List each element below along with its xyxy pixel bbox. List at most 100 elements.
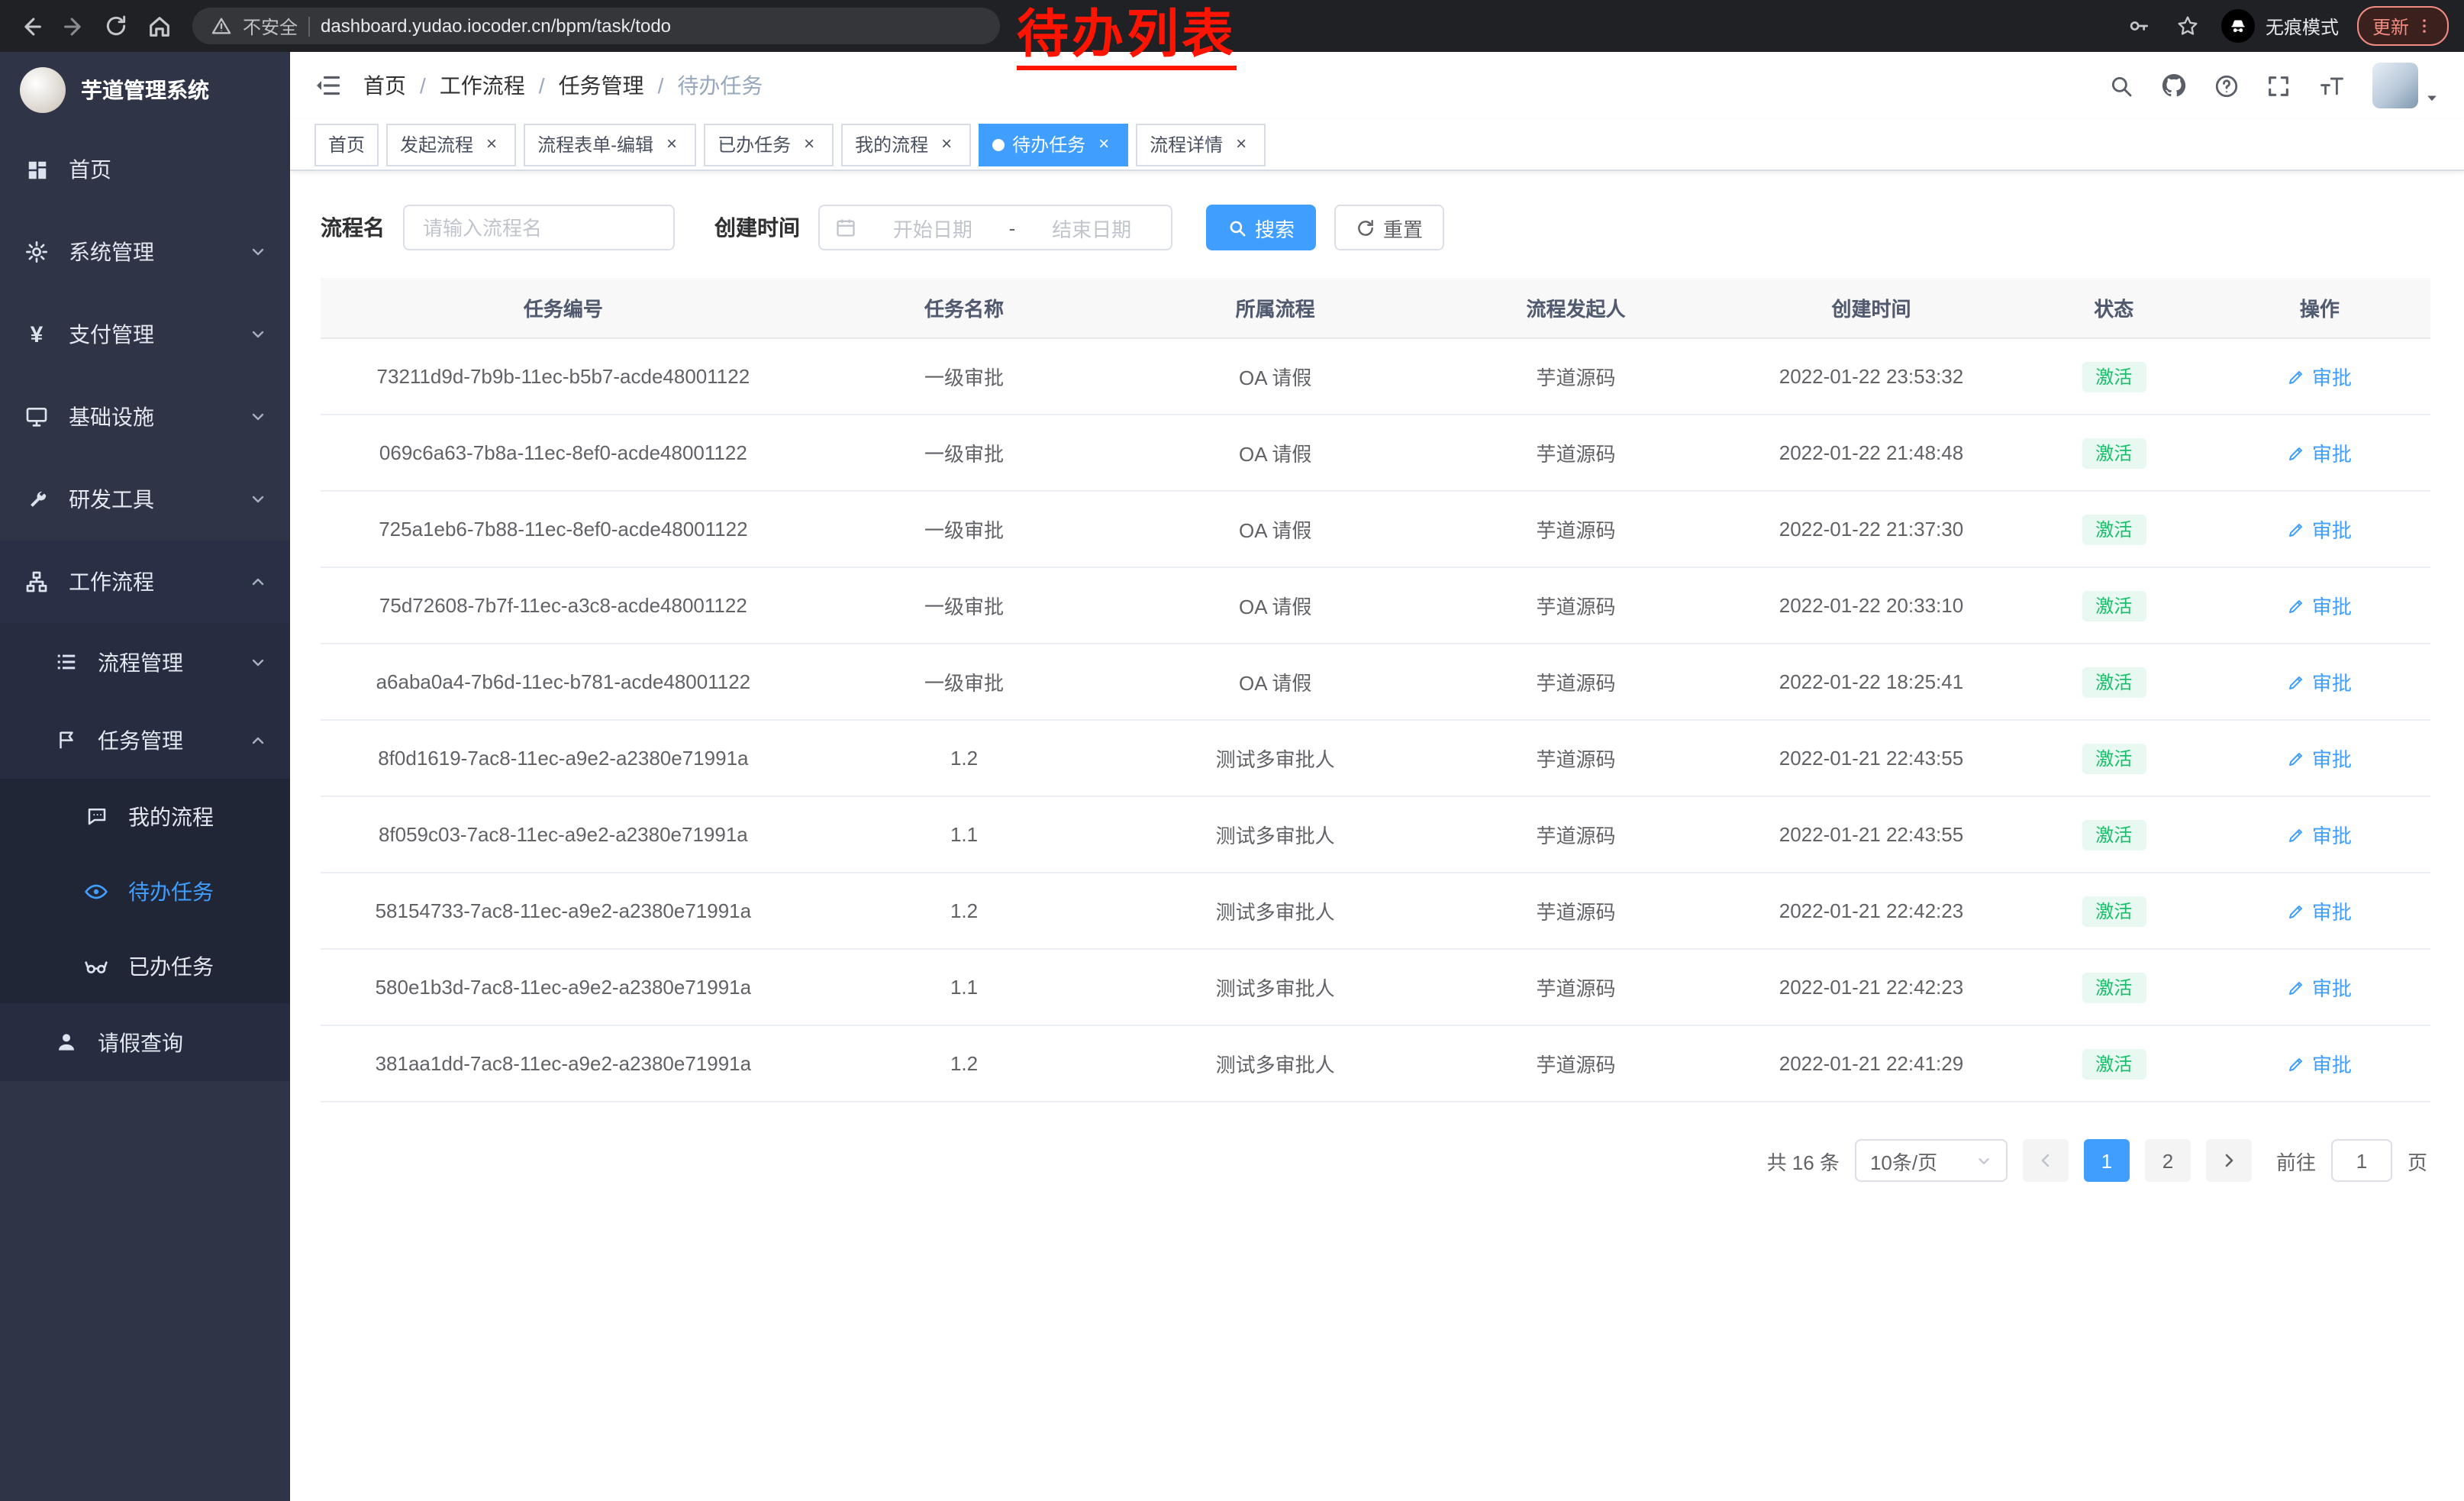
sidebar-item-infrastructure[interactable]: 基础设施 bbox=[0, 376, 290, 458]
incognito-badge[interactable]: 无痕模式 bbox=[2221, 9, 2339, 43]
caret-down-icon bbox=[2424, 90, 2440, 105]
tab-label: 我的流程 bbox=[855, 131, 928, 157]
chevron-down-icon bbox=[249, 653, 267, 671]
flag-icon bbox=[52, 728, 79, 751]
cell-create-time: 2022-01-22 21:37:30 bbox=[1724, 491, 2019, 567]
tag-tab-todo-tasks[interactable]: 待办任务 × bbox=[979, 123, 1128, 166]
github-icon[interactable] bbox=[2160, 72, 2188, 99]
sidebar-item-my-process[interactable]: 我的流程 bbox=[0, 779, 290, 854]
search-icon[interactable] bbox=[2108, 73, 2134, 98]
approve-link[interactable]: 审批 bbox=[2288, 744, 2352, 773]
approve-link-label: 审批 bbox=[2312, 973, 2352, 1002]
reload-icon[interactable] bbox=[101, 11, 131, 41]
page-button-1[interactable]: 1 bbox=[2084, 1139, 2130, 1182]
cell-create-time: 2022-01-22 20:33:10 bbox=[1724, 567, 2019, 644]
sidebar-item-task-management[interactable]: 任务管理 bbox=[0, 701, 290, 779]
refresh-icon bbox=[1356, 218, 1376, 237]
status-badge: 激活 bbox=[2082, 667, 2146, 697]
cell-task-id: 381aa1dd-7ac8-11ec-a9e2-a2380e71991a bbox=[321, 1025, 806, 1102]
chat-icon bbox=[82, 805, 110, 828]
tab-close-icon[interactable]: × bbox=[936, 134, 957, 155]
tag-tab-home[interactable]: 首页 bbox=[314, 123, 379, 166]
sidebar-collapse-icon[interactable] bbox=[314, 72, 342, 99]
tab-close-icon[interactable]: × bbox=[798, 134, 820, 155]
tag-tab-process-detail[interactable]: 流程详情 × bbox=[1136, 123, 1266, 166]
approve-link[interactable]: 审批 bbox=[2288, 973, 2352, 1002]
tab-close-icon[interactable]: × bbox=[481, 134, 502, 155]
todo-task-table: 任务编号 任务名称 所属流程 流程发起人 创建时间 状态 操作 73211d9d… bbox=[321, 278, 2430, 1102]
cell-starter: 芋道源码 bbox=[1428, 873, 1724, 949]
bookmark-star-icon[interactable] bbox=[2172, 11, 2203, 41]
approve-link-label: 审批 bbox=[2312, 515, 2352, 544]
approve-link[interactable]: 审批 bbox=[2288, 1049, 2352, 1078]
total-count: 共 16 条 bbox=[1767, 1146, 1840, 1175]
sidebar-item-devtools[interactable]: 研发工具 bbox=[0, 458, 290, 541]
next-page-button[interactable] bbox=[2206, 1139, 2252, 1182]
reset-button[interactable]: 重置 bbox=[1334, 205, 1444, 250]
page-size-select[interactable]: 10条/页 bbox=[1855, 1139, 2008, 1182]
tag-tab-form-edit[interactable]: 流程表单-编辑 × bbox=[524, 123, 696, 166]
logo-avatar bbox=[20, 67, 66, 113]
approve-link[interactable]: 审批 bbox=[2288, 438, 2352, 467]
back-icon[interactable] bbox=[15, 11, 46, 41]
approve-link[interactable]: 审批 bbox=[2288, 362, 2352, 391]
breadcrumb-separator: / bbox=[658, 73, 664, 98]
update-button[interactable]: 更新 bbox=[2357, 6, 2449, 46]
search-button[interactable]: 搜索 bbox=[1206, 205, 1316, 250]
breadcrumb-task-management[interactable]: 任务管理 bbox=[559, 70, 644, 101]
tab-close-icon[interactable]: × bbox=[661, 134, 682, 155]
active-dot bbox=[992, 138, 1005, 150]
table-row: a6aba0a4-7b6d-11ec-b781-acde48001122 一级审… bbox=[321, 644, 2430, 720]
breadcrumb-workflow[interactable]: 工作流程 bbox=[440, 70, 525, 101]
gear-icon bbox=[23, 240, 50, 264]
sidebar-item-workflow[interactable]: 工作流程 bbox=[0, 541, 290, 623]
approve-link[interactable]: 审批 bbox=[2288, 667, 2352, 696]
font-size-icon[interactable] bbox=[2317, 73, 2346, 98]
help-icon[interactable] bbox=[2214, 73, 2240, 98]
prev-page-button[interactable] bbox=[2023, 1139, 2069, 1182]
tab-close-icon[interactable]: × bbox=[1230, 134, 1252, 155]
table-row: 580e1b3d-7ac8-11ec-a9e2-a2380e71991a 1.1… bbox=[321, 949, 2430, 1025]
cell-starter: 芋道源码 bbox=[1428, 567, 1724, 644]
tab-label: 流程表单-编辑 bbox=[537, 131, 653, 157]
home-icon[interactable] bbox=[144, 11, 174, 41]
breadcrumb-home[interactable]: 首页 bbox=[363, 70, 406, 101]
approve-link[interactable]: 审批 bbox=[2288, 515, 2352, 544]
incognito-icon bbox=[2221, 9, 2255, 43]
tag-tab-done-tasks[interactable]: 已办任务 × bbox=[704, 123, 834, 166]
cell-task-name: 1.2 bbox=[806, 1025, 1123, 1102]
fullscreen-icon[interactable] bbox=[2266, 73, 2291, 98]
tab-close-icon[interactable]: × bbox=[1093, 134, 1114, 155]
annotation-overlay: 待办列表 bbox=[1017, 9, 1237, 69]
sidebar-item-payment[interactable]: ¥ 支付管理 bbox=[0, 293, 290, 376]
approve-link[interactable]: 审批 bbox=[2288, 591, 2352, 620]
table-row: 8f059c03-7ac8-11ec-a9e2-a2380e71991a 1.1… bbox=[321, 796, 2430, 873]
goto-page-input[interactable] bbox=[2331, 1139, 2392, 1182]
sidebar-item-system[interactable]: 系统管理 bbox=[0, 211, 290, 293]
sidebar-item-process-management[interactable]: 流程管理 bbox=[0, 623, 290, 701]
address-bar[interactable]: 不安全 dashboard.yudao.iocoder.cn/bpm/task/… bbox=[192, 8, 1000, 44]
cell-create-time: 2022-01-22 18:25:41 bbox=[1724, 644, 2019, 720]
approve-link[interactable]: 审批 bbox=[2288, 820, 2352, 849]
page-button-2[interactable]: 2 bbox=[2145, 1139, 2191, 1182]
sidebar-item-done-tasks[interactable]: 已办任务 bbox=[0, 928, 290, 1003]
sidebar-item-leave-query[interactable]: 请假查询 bbox=[0, 1003, 290, 1081]
tag-tab-start-process[interactable]: 发起流程 × bbox=[386, 123, 516, 166]
breadcrumb-separator: / bbox=[420, 73, 426, 98]
sidebar-item-todo-tasks[interactable]: 待办任务 bbox=[0, 854, 290, 928]
forward-icon[interactable] bbox=[58, 11, 89, 41]
sidebar-item-home[interactable]: 首页 bbox=[0, 128, 290, 211]
monitor-icon bbox=[23, 405, 50, 429]
approve-link[interactable]: 审批 bbox=[2288, 896, 2352, 925]
tag-tab-my-process[interactable]: 我的流程 × bbox=[841, 123, 971, 166]
status-badge: 激活 bbox=[2082, 437, 2146, 468]
process-name-field[interactable] bbox=[403, 205, 675, 250]
process-name-input[interactable] bbox=[420, 215, 658, 240]
key-icon[interactable] bbox=[2124, 11, 2154, 41]
cell-process: OA 请假 bbox=[1122, 491, 1428, 567]
chevron-down-icon bbox=[249, 490, 267, 508]
dashboard-icon bbox=[23, 158, 50, 181]
wrench-icon bbox=[23, 488, 50, 511]
date-range-picker[interactable]: 开始日期 - 结束日期 bbox=[818, 205, 1172, 250]
user-menu[interactable] bbox=[2372, 63, 2440, 108]
